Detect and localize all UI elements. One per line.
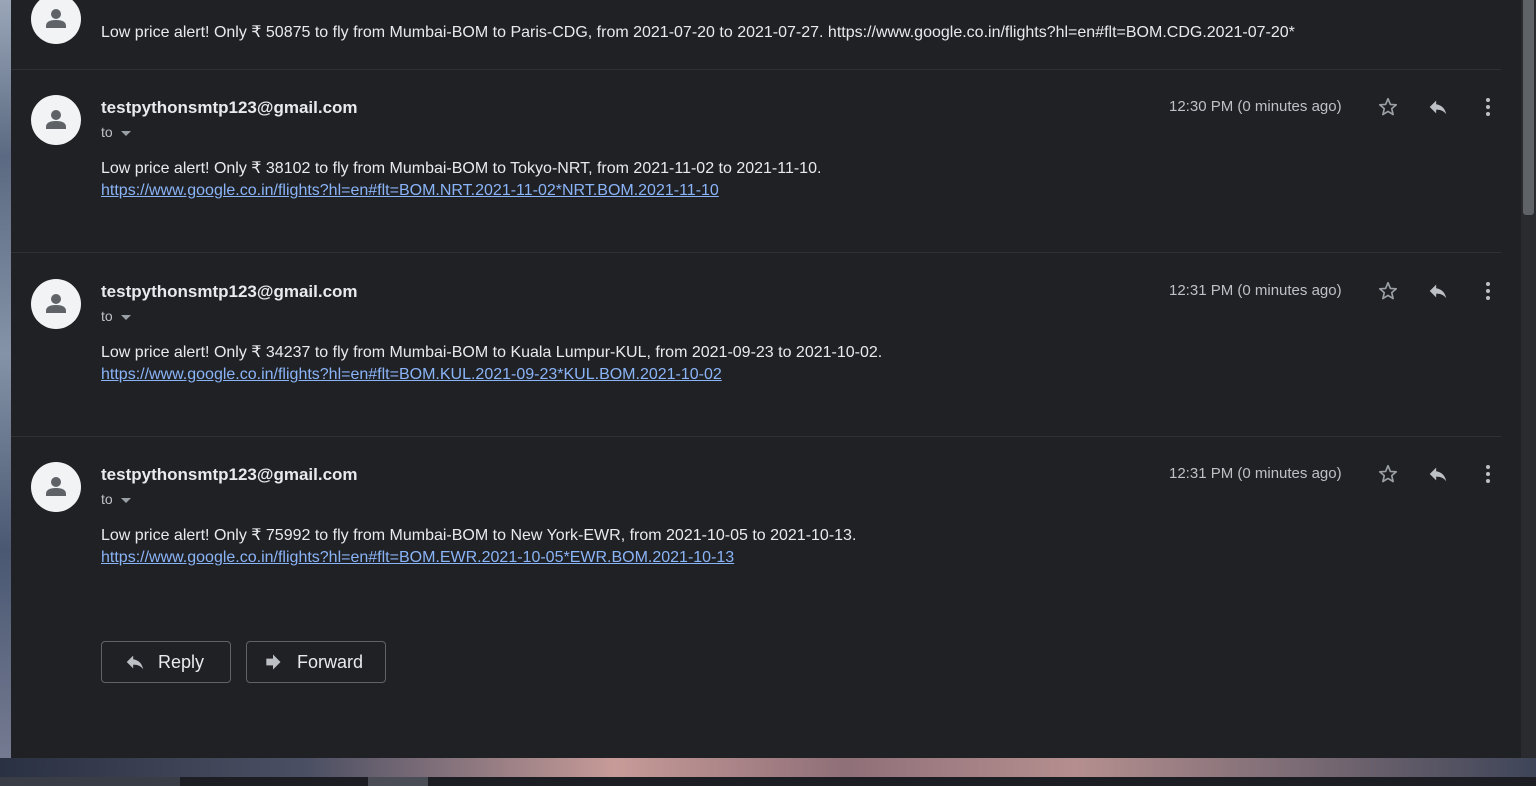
- recipients-toggle[interactable]: to: [101, 308, 131, 324]
- email-body: Low price alert! Only ₹ 38102 to fly fro…: [101, 160, 822, 177]
- more-options-button[interactable]: [1473, 92, 1503, 122]
- star-button[interactable]: [1373, 459, 1403, 489]
- star-button[interactable]: [1373, 276, 1403, 306]
- forward-label: Forward: [297, 651, 364, 672]
- sender-avatar: [31, 95, 81, 145]
- desktop-background-left: [0, 0, 11, 786]
- to-label: to: [101, 124, 113, 140]
- email-timestamp: 12:30 PM (0 minutes ago): [1169, 98, 1342, 115]
- divider: [11, 436, 1501, 437]
- reply-icon: [1429, 467, 1447, 482]
- sender-email[interactable]: testpythonsmtp123@gmail.com: [101, 465, 358, 485]
- reply-icon: [126, 655, 144, 670]
- forward-icon: [266, 654, 281, 670]
- forward-action-button[interactable]: Forward: [246, 641, 386, 683]
- email-timestamp: 12:31 PM (0 minutes ago): [1169, 282, 1342, 299]
- divider: [11, 252, 1501, 253]
- reply-button[interactable]: [1423, 276, 1453, 306]
- chevron-down-icon: [120, 130, 131, 136]
- recipients-toggle[interactable]: to: [101, 124, 131, 140]
- chevron-down-icon: [120, 314, 131, 320]
- reply-button[interactable]: [1423, 92, 1453, 122]
- recipients-toggle[interactable]: to: [101, 491, 131, 507]
- sender-email[interactable]: testpythonsmtp123@gmail.com: [101, 282, 358, 302]
- flight-link[interactable]: https://www.google.co.in/flights?hl=en#f…: [101, 366, 722, 384]
- star-icon: [1378, 464, 1398, 483]
- star-icon: [1378, 281, 1398, 300]
- more-vert-icon: [1486, 98, 1490, 116]
- reply-action-button[interactable]: Reply: [101, 641, 231, 683]
- email-body: Low price alert! Only ₹ 50875 to fly fro…: [101, 24, 1295, 41]
- reply-label: Reply: [158, 651, 205, 672]
- email-body: Low price alert! Only ₹ 75992 to fly fro…: [101, 527, 857, 544]
- scrollbar-thumb[interactable]: [1523, 0, 1534, 215]
- person-icon: [46, 294, 66, 313]
- email-body: Low price alert! Only ₹ 34237 to fly fro…: [101, 344, 883, 361]
- more-options-button[interactable]: [1473, 276, 1503, 306]
- chevron-down-icon: [120, 497, 131, 503]
- email-thread-panel: Low price alert! Only ₹ 50875 to fly fro…: [11, 0, 1521, 758]
- person-icon: [46, 477, 66, 496]
- reply-icon: [1429, 100, 1447, 115]
- taskbar-item[interactable]: [0, 777, 180, 786]
- person-icon: [46, 110, 66, 129]
- person-icon: [46, 9, 66, 28]
- flight-link[interactable]: https://www.google.co.in/flights?hl=en#f…: [101, 182, 719, 200]
- more-vert-icon: [1486, 282, 1490, 300]
- more-vert-icon: [1486, 465, 1490, 483]
- flight-link[interactable]: https://www.google.co.in/flights?hl=en#f…: [101, 549, 734, 567]
- sender-avatar: [31, 0, 81, 44]
- email-timestamp: 12:31 PM (0 minutes ago): [1169, 465, 1342, 482]
- more-options-button[interactable]: [1473, 459, 1503, 489]
- taskbar-item[interactable]: [368, 777, 428, 786]
- sender-email[interactable]: testpythonsmtp123@gmail.com: [101, 98, 358, 118]
- to-label: to: [101, 308, 113, 324]
- sender-avatar: [31, 462, 81, 512]
- star-button[interactable]: [1373, 92, 1403, 122]
- taskbar: [0, 777, 1536, 786]
- reply-button[interactable]: [1423, 459, 1453, 489]
- sender-avatar: [31, 279, 81, 329]
- star-icon: [1378, 97, 1398, 116]
- to-label: to: [101, 491, 113, 507]
- divider: [11, 69, 1501, 70]
- reply-icon: [1429, 284, 1447, 299]
